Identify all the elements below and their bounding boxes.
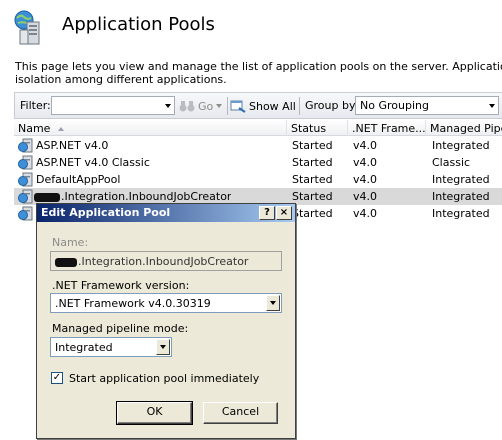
sort-ascending-icon <box>58 127 65 131</box>
dialog-title-bar[interactable]: Edit Application Pool ? × <box>37 204 295 222</box>
column-pipeline-label: Managed Pipel <box>430 122 502 135</box>
toolbar-separator <box>299 97 300 115</box>
column-header-name[interactable]: Name <box>14 120 287 136</box>
pool-framework: v4.0 <box>353 139 378 152</box>
table-row[interactable]: ASP.NET v4.0 Started v4.0 Integrated <box>14 137 502 154</box>
chevron-down-icon <box>164 103 171 108</box>
column-header-framework[interactable]: .NET Frame... <box>348 120 426 136</box>
group-by-dropdown-button[interactable] <box>485 97 498 114</box>
start-immediately-label[interactable]: Start application pool immediately <box>69 372 259 385</box>
application-pools-icon <box>12 10 46 46</box>
pool-framework: v4.0 <box>353 173 378 186</box>
name-value: .Integration.InboundJobCreator <box>78 255 249 268</box>
column-framework-label: .NET Frame... <box>352 122 426 135</box>
pool-framework: v4.0 <box>353 207 378 220</box>
pool-name: .Integration.InboundJobCreator <box>34 190 231 203</box>
toolbar-separator <box>227 97 228 115</box>
filter-input[interactable] <box>51 96 175 115</box>
app-pool-icon <box>18 155 33 170</box>
description-line-1: This page lets you view and manage the l… <box>15 60 502 73</box>
group-by-label: Group by: <box>305 99 359 112</box>
app-pool-icon <box>18 172 33 187</box>
cancel-button[interactable]: Cancel <box>203 402 278 424</box>
ok-button[interactable]: OK <box>116 401 193 425</box>
framework-value: .NET Framework v4.0.30319 <box>55 297 211 310</box>
table-row[interactable]: DefaultAppPool Started v4.0 Integrated <box>14 171 502 188</box>
pipeline-label: Managed pipeline mode: <box>52 322 189 335</box>
name-field: .Integration.InboundJobCreator <box>50 251 282 271</box>
chevron-down-icon <box>160 345 166 349</box>
framework-dropdown-button[interactable] <box>266 295 280 311</box>
pool-name: ASP.NET v4.0 Classic <box>36 156 150 169</box>
pool-status: Started <box>292 190 333 203</box>
column-name-label: Name <box>18 122 51 135</box>
filter-toolbar: Filter: Go Show All Group by: No Groupin… <box>14 92 502 119</box>
cancel-label: Cancel <box>221 405 260 418</box>
ok-label: OK <box>146 405 163 418</box>
list-header: Name Status .NET Frame... Managed Pipel <box>14 120 502 136</box>
go-label: Go <box>198 99 214 113</box>
table-row[interactable]: ASP.NET v4.0 Classic Started v4.0 Classi… <box>14 154 502 171</box>
chevron-down-icon <box>488 103 495 108</box>
app-pool-icon <box>18 206 33 221</box>
help-button[interactable]: ? <box>259 206 275 220</box>
show-all-label: Show All <box>249 99 296 113</box>
go-button[interactable]: Go <box>179 96 223 116</box>
start-immediately-checkbox[interactable]: ✓ <box>51 372 63 384</box>
pool-pipeline: Integrated <box>432 139 490 152</box>
redaction-mark <box>34 192 60 202</box>
pipeline-select[interactable]: Integrated <box>50 337 172 357</box>
filter-label: Filter: <box>20 99 51 112</box>
pool-status: Started <box>292 207 333 220</box>
filter-dropdown-button[interactable] <box>161 97 174 114</box>
pool-framework: v4.0 <box>353 190 378 203</box>
pipeline-value: Integrated <box>55 341 113 354</box>
edit-application-pool-dialog: Edit Application Pool ? × Name: .Integra… <box>36 203 296 439</box>
pool-pipeline: Integrated <box>432 190 490 203</box>
chevron-down-icon <box>216 104 223 108</box>
checkmark-icon: ✓ <box>52 372 62 383</box>
pool-pipeline: Integrated <box>432 173 490 186</box>
app-pool-icon <box>18 189 33 204</box>
page-description: This page lets you view and manage the l… <box>15 60 502 86</box>
dialog-title: Edit Application Pool <box>41 206 171 219</box>
app-pool-icon <box>18 138 33 153</box>
description-line-2: isolation among different applications. <box>15 73 227 86</box>
show-all-button[interactable]: Show All <box>230 96 296 116</box>
pool-name-text: .Integration.InboundJobCreator <box>61 190 232 203</box>
chevron-down-icon <box>270 301 276 305</box>
pool-framework: v4.0 <box>353 156 378 169</box>
pipeline-dropdown-button[interactable] <box>156 339 170 355</box>
help-icon: ? <box>264 207 270 218</box>
name-label: Name: <box>52 236 89 249</box>
pool-name: DefaultAppPool <box>36 173 121 186</box>
group-by-value: No Grouping <box>360 99 429 112</box>
close-button[interactable]: × <box>276 206 292 220</box>
framework-select[interactable]: .NET Framework v4.0.30319 <box>50 293 282 313</box>
pool-status: Started <box>292 156 333 169</box>
pool-pipeline: Classic <box>432 156 471 169</box>
close-icon: × <box>279 207 289 218</box>
page-title: Application Pools <box>62 14 215 35</box>
pool-name: ASP.NET v4.0 <box>36 139 109 152</box>
column-status-label: Status <box>291 122 327 135</box>
column-header-pipeline[interactable]: Managed Pipel <box>426 120 502 136</box>
redaction-mark <box>55 257 77 267</box>
binoculars-icon <box>179 101 195 112</box>
column-header-status[interactable]: Status <box>287 120 348 136</box>
pool-pipeline: Integrated <box>432 207 490 220</box>
pool-status: Started <box>292 173 333 186</box>
pool-status: Started <box>292 139 333 152</box>
show-all-icon <box>230 100 246 113</box>
framework-label: .NET Framework version: <box>52 279 190 292</box>
group-by-select[interactable]: No Grouping <box>355 96 499 115</box>
